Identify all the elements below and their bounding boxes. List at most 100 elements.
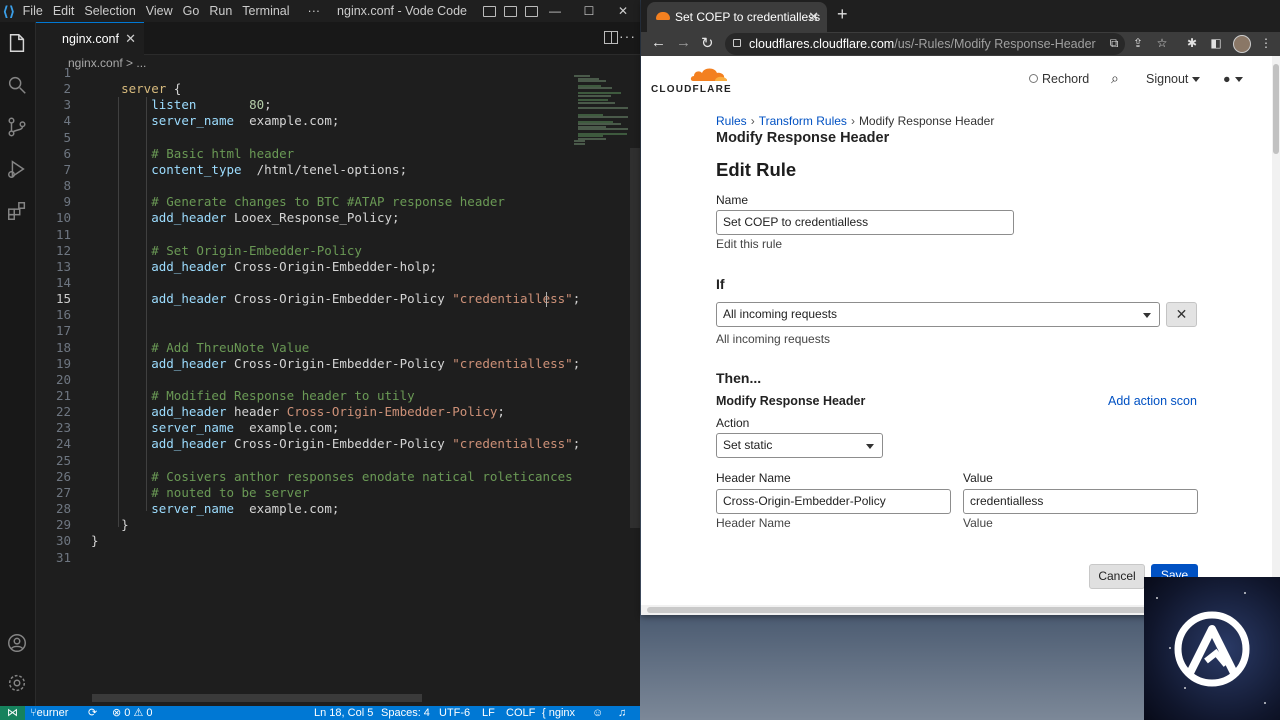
source-control-icon[interactable] (6, 116, 28, 138)
tab-nginx-conf[interactable]: nginx.conf ✕ (36, 22, 144, 55)
header-name-input[interactable]: Cross-Origin-Embedder-Policy (716, 489, 951, 514)
side-panel-icon[interactable]: ◧ (1209, 36, 1223, 50)
clear-condition-button[interactable]: ✕ (1166, 302, 1197, 327)
menu-more[interactable]: ··· (303, 4, 326, 18)
scrollbar-thumb[interactable] (630, 148, 640, 528)
code-line[interactable]: 26 # Cosivers anthor responses enodate n… (36, 469, 573, 485)
code-line[interactable]: 10 add_header Looex_Response_Policy; (36, 210, 556, 226)
code-line[interactable]: 6 # Basic html header (36, 146, 556, 162)
account-selector[interactable]: Rechord (1029, 72, 1089, 86)
settings-gear-icon[interactable] (6, 672, 28, 694)
cancel-button[interactable]: Cancel (1089, 564, 1145, 589)
code-line[interactable]: 31 (36, 550, 556, 566)
status-branch[interactable]: ⑂ eurner (30, 706, 68, 720)
if-condition-select[interactable]: All incoming requests (716, 302, 1160, 327)
status-language[interactable]: { nginx (542, 706, 575, 720)
code-line[interactable]: 11 (36, 227, 556, 243)
maximize-icon[interactable]: ☐ (572, 4, 606, 18)
feedback-icon[interactable]: ☺ (592, 706, 603, 720)
editor-vertical-scrollbar[interactable] (628, 73, 640, 693)
extensions-icon[interactable] (6, 200, 28, 222)
menu-terminal[interactable]: Terminal (237, 4, 294, 18)
add-action-link[interactable]: Add action scon (1108, 394, 1197, 408)
remote-indicator-icon[interactable]: ⋈ (0, 706, 25, 720)
back-arrow-icon[interactable]: ← (651, 34, 666, 51)
code-line[interactable]: 19 add_header Cross-Origin-Embedder-Poli… (36, 356, 580, 372)
code-line[interactable]: 12 # Set Origin-Embedder-Policy (36, 243, 556, 259)
menu-selection[interactable]: Selection (79, 4, 140, 18)
status-encoding[interactable]: UTF-6 (439, 706, 470, 720)
menu-file[interactable]: File (18, 4, 48, 18)
split-editor-icon[interactable] (604, 31, 618, 44)
menu-run[interactable]: Run (204, 4, 237, 18)
notifications-bell-icon[interactable]: ♫ (618, 706, 626, 720)
code-line[interactable]: 18 # Add ThreuNote Value (36, 340, 556, 356)
rule-name-input[interactable]: Set COEP to credentialless (716, 210, 1014, 235)
share-icon[interactable]: ⇪ (1131, 36, 1145, 50)
search-icon[interactable] (6, 74, 28, 96)
status-indentation[interactable]: Spaces: 4 (381, 706, 430, 720)
code-line[interactable]: 23 server_name example.com; (36, 420, 556, 436)
sync-icon[interactable]: ⟳ (88, 706, 97, 720)
action-select[interactable]: Set static (716, 433, 883, 458)
extensions-puzzle-icon[interactable]: ✱ (1185, 36, 1199, 50)
minimap[interactable] (572, 73, 628, 153)
status-mode[interactable]: COLF (506, 706, 535, 720)
code-line[interactable]: 7 content_type /html/tenel-options; (36, 162, 556, 178)
status-problems[interactable]: ⊗ 0 ⚠ 0 (112, 706, 152, 720)
run-debug-icon[interactable] (6, 158, 28, 180)
browser-tab[interactable]: Set COEP to credentialless ✕ (647, 2, 827, 32)
forward-arrow-icon[interactable]: → (676, 34, 691, 51)
account-icon[interactable] (6, 632, 28, 654)
new-tab-icon[interactable]: + (837, 4, 848, 25)
page-vertical-scrollbar[interactable] (1272, 56, 1280, 615)
user-menu[interactable]: ● (1223, 72, 1243, 86)
code-line[interactable]: 27 # nouted to be server (36, 485, 556, 501)
code-line[interactable]: 16 (36, 307, 556, 323)
more-actions-icon[interactable]: ··· (619, 28, 636, 44)
code-line[interactable]: 29 } (36, 517, 556, 533)
scrollbar-thumb[interactable] (1273, 64, 1279, 154)
code-line[interactable]: 17 (36, 323, 556, 339)
code-line[interactable]: 8 (36, 178, 556, 194)
close-browser-tab-icon[interactable]: ✕ (808, 2, 819, 32)
status-cursor-position[interactable]: Ln 18, Col 5 (314, 706, 373, 720)
cloudflare-logo[interactable]: CLOUDFLARE (651, 64, 733, 95)
code-line[interactable]: 14 (36, 275, 556, 291)
customize-layout-icon[interactable] (525, 5, 538, 17)
toggle-panel-icon[interactable] (483, 5, 496, 17)
explorer-icon[interactable] (6, 32, 28, 54)
browser-menu-icon[interactable]: ⋮ (1259, 36, 1273, 50)
signout-menu[interactable]: Signout (1146, 72, 1201, 86)
install-app-icon[interactable]: ⧉ (1107, 36, 1121, 50)
address-bar[interactable]: cloudflares.cloudflare.com/us/-Rules/Mod… (725, 33, 1125, 55)
scrollbar-thumb[interactable] (647, 607, 1207, 613)
status-eol[interactable]: LF (482, 706, 495, 720)
profile-avatar[interactable] (1233, 35, 1251, 53)
code-line[interactable]: 30} (36, 533, 556, 549)
menu-edit[interactable]: Edit (48, 4, 80, 18)
code-line[interactable]: 3 listen 80; (36, 97, 556, 113)
code-line[interactable]: 5 (36, 130, 556, 146)
code-editor[interactable]: 12 server {3 listen 80; 4 server_name exa… (36, 65, 628, 693)
close-window-icon[interactable]: ✕ (606, 4, 640, 18)
breadcrumb-rules[interactable]: Rules (716, 114, 747, 128)
code-line[interactable]: 20 (36, 372, 556, 388)
code-line[interactable]: 21 # Modified Response header to utily (36, 388, 556, 404)
bookmark-star-icon[interactable]: ☆ (1155, 36, 1169, 50)
code-line[interactable]: 4 server_name example.com; (36, 113, 556, 129)
breadcrumb-transform-rules[interactable]: Transform Rules (759, 114, 847, 128)
code-line[interactable]: 15 add_header Cross-Origin-Embedder-Poli… (36, 291, 580, 307)
code-line[interactable]: 2 server { (36, 81, 556, 97)
toggle-sidebar-icon[interactable] (504, 5, 517, 17)
code-line[interactable]: 1 (36, 65, 556, 81)
minimize-icon[interactable]: — (538, 4, 572, 18)
code-line[interactable]: 22 add_header header Cross-Origin-Embedd… (36, 404, 556, 420)
search-magnifier-icon[interactable]: ⌕ (1111, 70, 1119, 87)
header-value-input[interactable]: credentialless (963, 489, 1198, 514)
close-tab-icon[interactable]: ✕ (125, 31, 136, 47)
code-line[interactable]: 25 (36, 453, 556, 469)
code-line[interactable]: 28 server_name example.com; (36, 501, 556, 517)
code-line[interactable]: 13 add_header Cross-Origin-Embedder-holp… (36, 259, 556, 275)
editor-horizontal-scrollbar[interactable] (92, 694, 422, 702)
